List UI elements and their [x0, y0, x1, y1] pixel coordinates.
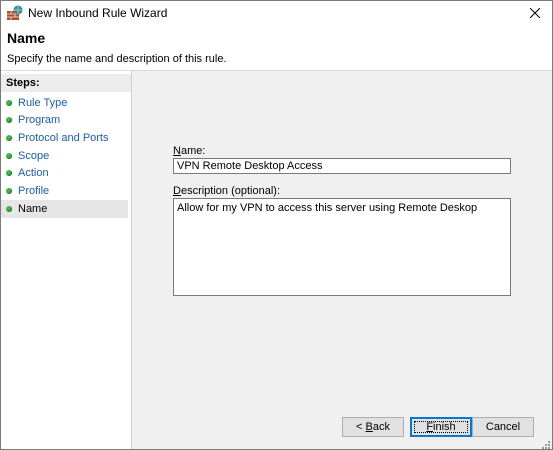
step-profile[interactable]: Profile	[1, 182, 128, 200]
steps-heading: Steps:	[1, 74, 131, 92]
description-textarea[interactable]: Allow for my VPN to access this server u…	[173, 198, 511, 296]
step-label: Scope	[18, 150, 50, 162]
description-label: Description (optional):	[173, 185, 280, 197]
step-action[interactable]: Action	[1, 164, 128, 182]
step-complete-icon	[6, 188, 12, 194]
steps-panel: Steps: Rule Type Program Protocol and Po…	[1, 71, 132, 449]
resize-grip-icon[interactable]	[540, 439, 550, 449]
back-button-prefix: <	[356, 421, 366, 433]
cancel-button-label: Cancel	[485, 421, 521, 433]
page-title: Name	[7, 30, 46, 46]
close-button[interactable]	[518, 1, 552, 25]
step-complete-icon	[6, 100, 12, 106]
step-label: Action	[18, 167, 49, 179]
step-program[interactable]: Program	[1, 111, 128, 129]
step-complete-icon	[6, 135, 12, 141]
back-button[interactable]: < Back	[342, 417, 404, 437]
step-label: Protocol and Ports	[18, 132, 109, 144]
step-label: Profile	[18, 185, 50, 197]
name-label: Name:	[173, 145, 205, 157]
close-icon	[530, 8, 540, 18]
description-label-accesskey: D	[173, 185, 181, 197]
wizard-window: New Inbound Rule Wizard Name Specify the…	[0, 0, 553, 450]
step-label: Program	[18, 114, 61, 126]
cancel-button[interactable]: Cancel	[472, 417, 534, 437]
step-label: Rule Type	[18, 97, 68, 109]
wizard-content: Name: VPN Remote Desktop Access Descript…	[132, 71, 552, 449]
step-complete-icon	[6, 170, 12, 176]
page-subtitle: Specify the name and description of this…	[7, 53, 227, 65]
step-label: Name	[18, 203, 48, 215]
finish-button[interactable]: Finish	[410, 417, 472, 437]
description-label-text: escription (optional):	[180, 185, 281, 197]
step-name[interactable]: Name	[1, 200, 128, 218]
back-button-accesskey: B	[365, 421, 373, 433]
step-complete-icon	[6, 153, 12, 159]
back-button-label: ack	[372, 421, 390, 433]
window-title: New Inbound Rule Wizard	[28, 6, 168, 20]
name-label-accesskey: N	[173, 145, 181, 157]
finish-button-label: inish	[433, 421, 456, 433]
step-current-icon	[6, 206, 12, 212]
step-rule-type[interactable]: Rule Type	[1, 94, 128, 112]
firewall-icon	[7, 5, 23, 20]
title-bar[interactable]: New Inbound Rule Wizard	[1, 1, 552, 25]
step-protocol-and-ports[interactable]: Protocol and Ports	[1, 129, 128, 147]
name-input[interactable]: VPN Remote Desktop Access	[173, 158, 511, 174]
step-complete-icon	[6, 117, 12, 123]
wizard-header: Name Specify the name and description of…	[1, 25, 552, 71]
step-scope[interactable]: Scope	[1, 147, 128, 165]
name-label-text: ame:	[180, 145, 206, 157]
